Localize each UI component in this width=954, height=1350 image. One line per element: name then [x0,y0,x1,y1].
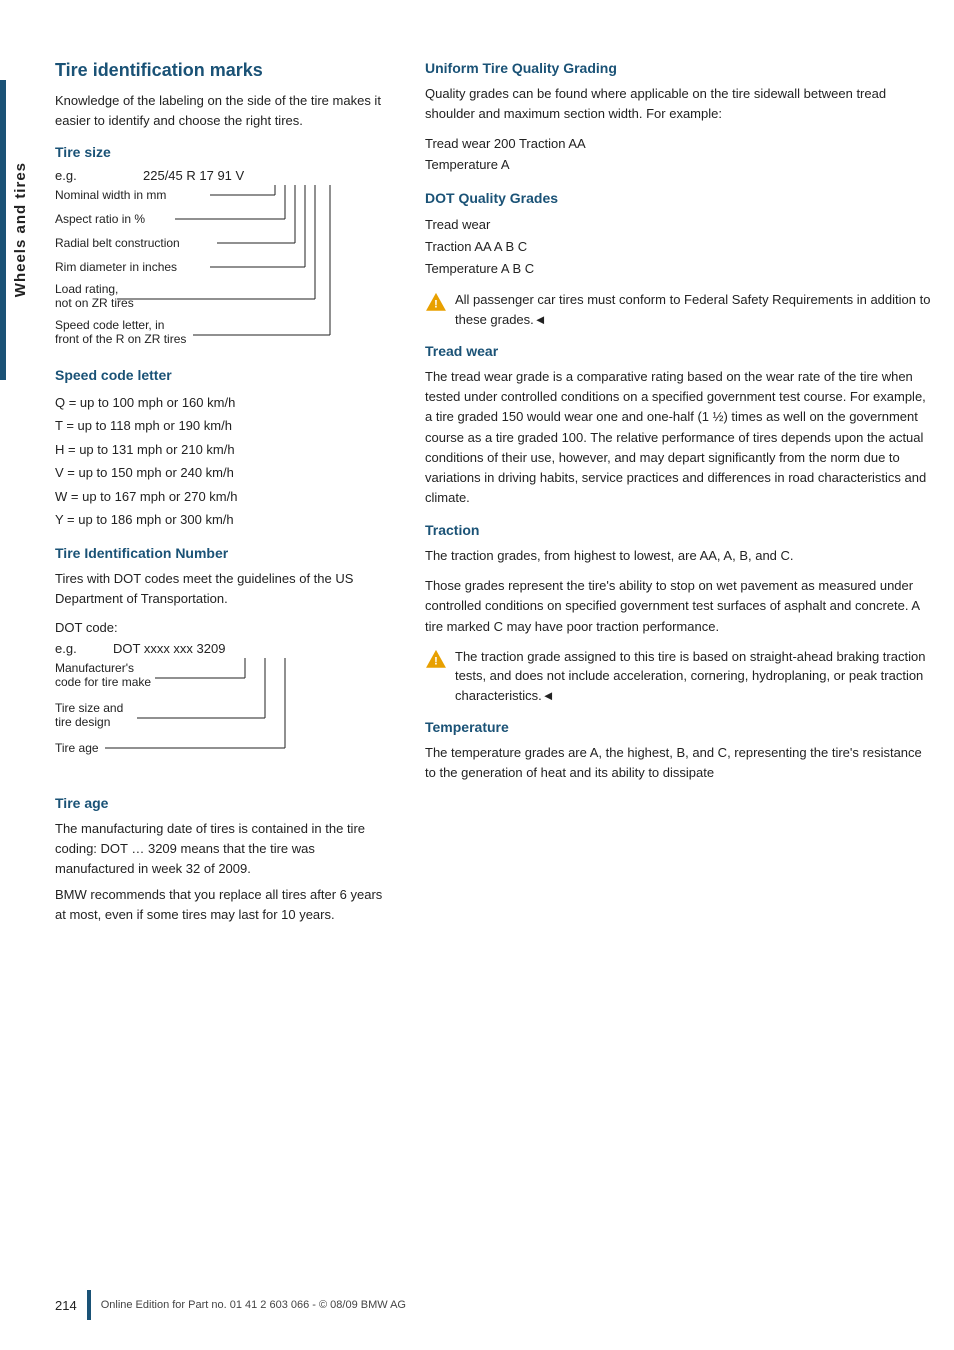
tread-example: Tread wear 200 Traction AA [425,134,934,155]
uniform-quality-title: Uniform Tire Quality Grading [425,60,934,76]
tire-size-svg: Nominal width in mm Aspect ratio in % Ra… [55,185,385,350]
dot-svg: Manufacturer's code for tire make Tire s… [55,658,365,778]
temp-example: Temperature A [425,155,934,176]
speed-code-t: T = up to 118 mph or 190 km/h [55,414,395,437]
speed-code-q: Q = up to 100 mph or 160 km/h [55,391,395,414]
tire-code: 225/45 R 17 91 V [143,168,244,183]
sidebar-label: Wheels and tires [12,162,29,297]
tire-id-text: Tires with DOT codes meet the guidelines… [55,569,395,609]
footer: 214 Online Edition for Part no. 01 41 2 … [0,1290,954,1320]
svg-text:!: ! [434,655,438,667]
traction-text2: Those grades represent the tire's abilit… [425,576,934,636]
tire-size-diagram: e.g. 225/45 R 17 91 V Nominal width in m… [55,168,395,353]
svg-text:Aspect ratio in %: Aspect ratio in % [55,212,145,226]
traction-title: Traction [425,522,934,538]
dot-quality-warning: ! All passenger car tires must conform t… [425,290,934,329]
temperature-title: Temperature [425,719,934,735]
warning-triangle-svg-2: ! [425,649,447,671]
speed-code-h: H = up to 131 mph or 210 km/h [55,438,395,461]
tire-labels: Nominal width in mm Aspect ratio in % Ra… [55,185,385,353]
dot-diagram: e.g. DOT xxxx xxx 3209 Manufacturer's co… [55,641,395,781]
svg-text:Tire size and: Tire size and [55,701,123,715]
tire-age-text2: BMW recommends that you replace all tire… [55,885,395,925]
tire-size-title: Tire size [55,144,395,160]
svg-text:Manufacturer's: Manufacturer's [55,661,134,675]
svg-text:front of the R on ZR tires: front of the R on ZR tires [55,332,186,346]
traction-warning: ! The traction grade assigned to this ti… [425,647,934,706]
tire-id-title: Tire Identification Number [55,545,395,561]
page-number: 214 [55,1298,77,1313]
warning-icon-1: ! [425,292,447,314]
dot-code: DOT xxxx xxx 3209 [113,641,225,656]
footer-bar [87,1290,91,1320]
traction-grades: Traction AA A B C [425,236,934,258]
svg-text:Load rating,: Load rating, [55,282,118,296]
tire-age-text1: The manufacturing date of tires is conta… [55,819,395,879]
traction-text1: The traction grades, from highest to low… [425,546,934,566]
svg-text:Nominal width in mm: Nominal width in mm [55,188,166,202]
speed-codes-list: Q = up to 100 mph or 160 km/h T = up to … [55,391,395,531]
temperature-text: The temperature grades are A, the highes… [425,743,934,783]
eg-label-tire: e.g. [55,168,83,183]
tread-wear-title: Tread wear [425,343,934,359]
svg-text:not on ZR tires: not on ZR tires [55,296,134,310]
svg-text:Tire age: Tire age [55,741,99,755]
uniform-quality-text: Quality grades can be found where applic… [425,84,934,124]
dot-label: DOT code: [55,620,395,635]
svg-text:tire design: tire design [55,715,110,729]
intro-text: Knowledge of the labeling on the side of… [55,91,395,130]
dot-quality-title: DOT Quality Grades [425,190,934,206]
temperature-grades: Temperature A B C [425,258,934,280]
tread-wear-text: The tread wear grade is a comparative ra… [425,367,934,508]
tire-age-title: Tire age [55,795,395,811]
speed-code-w: W = up to 167 mph or 270 km/h [55,485,395,508]
dot-eg-label: e.g. [55,641,83,656]
dot-labels-area: Manufacturer's code for tire make Tire s… [55,658,395,781]
warning-icon-2: ! [425,649,447,671]
svg-text:!: ! [434,299,438,311]
tread-wear-label: Tread wear [425,214,934,236]
svg-text:code for tire make: code for tire make [55,675,151,689]
speed-code-v: V = up to 150 mph or 240 km/h [55,461,395,484]
svg-text:Rim diameter in inches: Rim diameter in inches [55,260,177,274]
svg-text:Speed code letter, in: Speed code letter, in [55,318,164,332]
dot-quality-warning-text: All passenger car tires must conform to … [455,290,934,329]
right-column: Uniform Tire Quality Grading Quality gra… [425,60,934,931]
speed-code-title: Speed code letter [55,367,395,383]
speed-code-y: Y = up to 186 mph or 300 km/h [55,508,395,531]
page-title: Tire identification marks [55,60,395,81]
warning-triangle-svg-1: ! [425,292,447,314]
svg-text:Radial belt construction: Radial belt construction [55,236,180,250]
footer-text: Online Edition for Part no. 01 41 2 603 … [101,1299,406,1311]
left-column: Tire identification marks Knowledge of t… [55,60,395,931]
traction-warning-text: The traction grade assigned to this tire… [455,647,934,706]
sidebar: Wheels and tires [0,80,40,380]
